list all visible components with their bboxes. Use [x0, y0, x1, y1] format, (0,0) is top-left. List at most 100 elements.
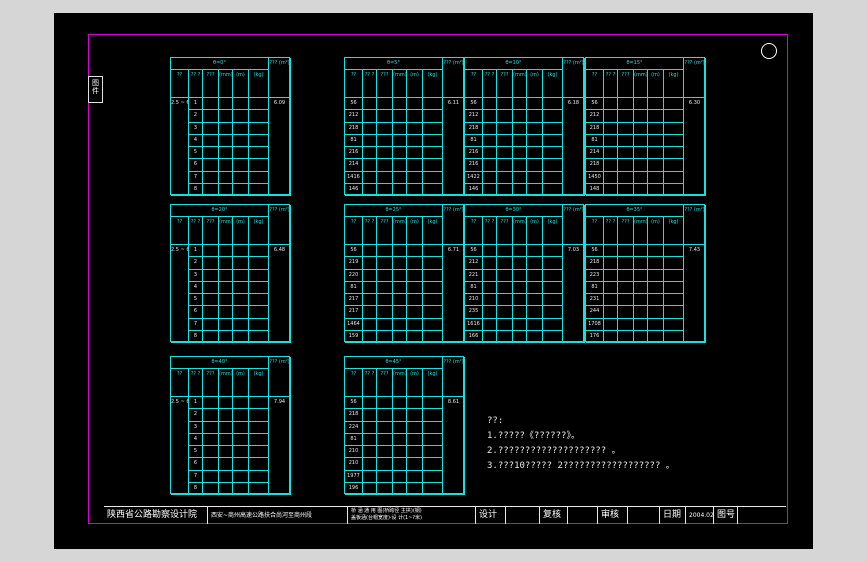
table-cell: [483, 98, 497, 111]
table-cell: [664, 245, 684, 258]
table-col-header: ??: [345, 369, 363, 397]
table-cell: [407, 330, 423, 343]
steel-table: θ=40°??? (m²)???? ????(mm)(m)(kg) 2.5 ~ 6…: [170, 356, 291, 495]
table-header-summary: ??? (m²): [563, 58, 585, 98]
table-cell: 216: [345, 147, 363, 160]
table-cell: [233, 134, 249, 147]
table-cell: [363, 397, 377, 410]
table-cell: [423, 122, 443, 135]
table-cell: 1: [189, 98, 203, 111]
table-cell: 244: [586, 306, 604, 319]
steel-table: θ=0°??? (m²)???? ????(mm)(m)(kg) 2.5 ~ 6.…: [170, 57, 291, 196]
table-cell: [618, 147, 634, 160]
table-summary-value: 8.61: [443, 397, 465, 495]
table-cell: [407, 122, 423, 135]
table-cell: [363, 98, 377, 111]
table-cell: [407, 110, 423, 123]
table-cell: 7: [189, 171, 203, 184]
table-cell: [363, 183, 377, 196]
table-col-header: ??: [586, 70, 604, 98]
table-cell: [407, 433, 423, 446]
table-cell: 2: [189, 409, 203, 422]
table-cell: [219, 122, 233, 135]
table-cell: [423, 98, 443, 111]
table-cell: [219, 183, 233, 196]
table-cell: [203, 134, 219, 147]
table-cell: [219, 281, 233, 294]
table-cell: [423, 433, 443, 446]
table-cell: 235: [465, 306, 483, 319]
table-cell: [423, 446, 443, 459]
table-cell: [648, 134, 664, 147]
sheet-number: [738, 507, 786, 524]
table-cell: [407, 245, 423, 258]
table-cell: [249, 294, 269, 307]
table-cell: [423, 147, 443, 160]
table-cell: [527, 330, 543, 343]
table-col-header: ???: [203, 369, 219, 397]
table-cell: [604, 294, 618, 307]
table-cell: [527, 281, 543, 294]
table-cell: [249, 122, 269, 135]
table-cell: 1708: [586, 318, 604, 331]
table-col-header: (mm): [393, 369, 407, 397]
table-cell: [483, 318, 497, 331]
table-cell: [233, 421, 249, 434]
table-cell: [648, 269, 664, 282]
table-cell: [618, 269, 634, 282]
table-cell: 146: [345, 183, 363, 196]
steel-table: θ=10°??? (m²)???? ???? (mm) (m) (kg) 56 212 21…: [464, 57, 585, 196]
table-cell: [604, 281, 618, 294]
table-cell: [634, 257, 648, 270]
table-cell: [634, 122, 648, 135]
table-cell: 214: [586, 147, 604, 160]
table-cell: [203, 421, 219, 434]
table-cell: 216: [465, 159, 483, 172]
table-cell: [423, 421, 443, 434]
table-cell: [219, 147, 233, 160]
table-cell: [233, 245, 249, 258]
table-cell: [664, 122, 684, 135]
table-cell: [407, 397, 423, 410]
table-cell: [483, 159, 497, 172]
table-cell: [407, 318, 423, 331]
table-cell: [648, 257, 664, 270]
table-cell: 5: [189, 147, 203, 160]
table-col-header: (mm): [634, 70, 648, 98]
table-cell: [393, 421, 407, 434]
table-cell: [233, 433, 249, 446]
table-cell: [393, 134, 407, 147]
table-cell: [664, 183, 684, 196]
table-cell: [219, 318, 233, 331]
table-cell: [634, 330, 648, 343]
table-cell: [249, 281, 269, 294]
table-cell: [497, 183, 513, 196]
table-cell: 56: [586, 98, 604, 111]
table-cell: [497, 171, 513, 184]
table-col-header: ?? ?: [604, 70, 618, 98]
table-cell: [203, 306, 219, 319]
table-cell: [219, 433, 233, 446]
table-cell: 196: [345, 482, 363, 495]
table-cell: [483, 281, 497, 294]
table-cell: [604, 122, 618, 135]
table-cell: [634, 183, 648, 196]
table-cell: [407, 171, 423, 184]
table-col-header: (mm): [513, 217, 527, 245]
table-header-angle: θ=30°: [465, 205, 563, 217]
table-cell: 216: [465, 147, 483, 160]
table-cell: [527, 294, 543, 307]
table-cell: [233, 98, 249, 111]
table-cell: [249, 446, 269, 459]
table-cell: [233, 446, 249, 459]
table-col-header: (mm): [393, 70, 407, 98]
table-col-header: (mm): [513, 70, 527, 98]
table-col-header: (m): [407, 369, 423, 397]
table-cell: [363, 294, 377, 307]
table-cell: 212: [345, 110, 363, 123]
table-cell: [249, 330, 269, 343]
sheet-label: 图号: [714, 507, 738, 524]
table-cell: [233, 409, 249, 422]
table-cell: [203, 470, 219, 483]
table-cell: [664, 306, 684, 319]
